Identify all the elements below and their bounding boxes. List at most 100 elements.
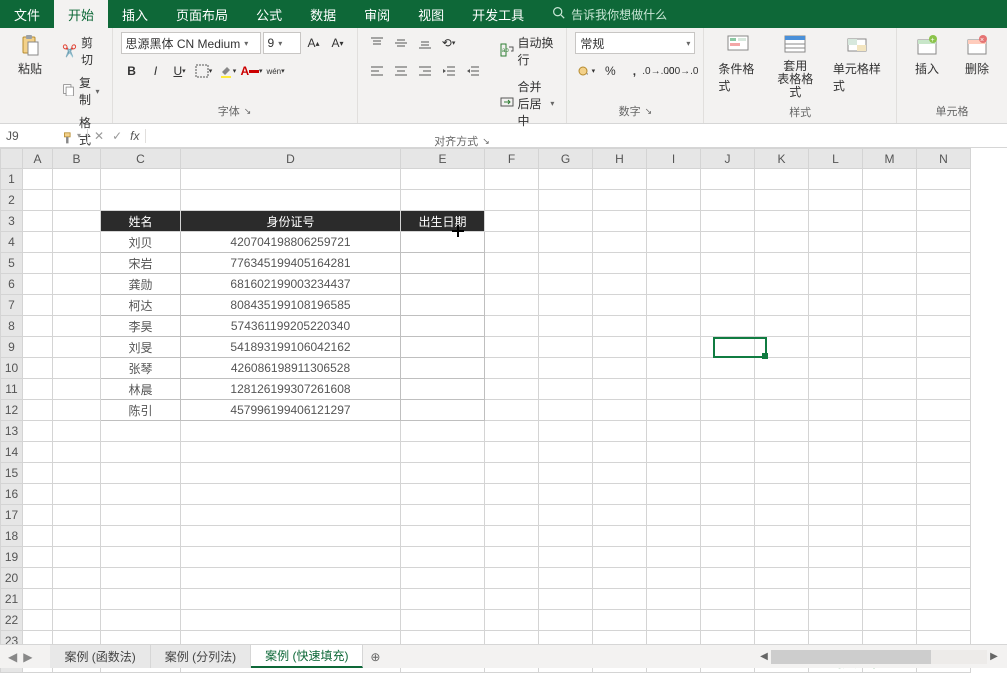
col-header[interactable]: A [23, 149, 53, 169]
cell[interactable] [917, 547, 971, 568]
cell[interactable] [755, 505, 809, 526]
border-button[interactable]: ▾ [193, 60, 215, 82]
wrap-text-button[interactable]: ab 自动换行 [496, 32, 559, 70]
col-header[interactable]: H [593, 149, 647, 169]
col-header[interactable]: M [863, 149, 917, 169]
cell[interactable]: 陈引 [101, 400, 181, 421]
cell[interactable] [539, 253, 593, 274]
menu-home[interactable]: 开始 [54, 0, 108, 28]
cell[interactable] [181, 547, 401, 568]
row-header[interactable]: 12 [1, 400, 23, 421]
cell[interactable] [539, 316, 593, 337]
cell[interactable] [863, 379, 917, 400]
sheet-nav-prev-icon[interactable]: ◀ [8, 650, 17, 664]
align-right-button[interactable] [414, 60, 436, 82]
cell[interactable] [755, 232, 809, 253]
cell[interactable] [917, 316, 971, 337]
cell[interactable] [401, 190, 485, 211]
cell[interactable]: 林晨 [101, 379, 181, 400]
cell[interactable] [181, 610, 401, 631]
cell[interactable] [539, 589, 593, 610]
cell[interactable] [593, 274, 647, 295]
cell[interactable] [917, 379, 971, 400]
cell[interactable]: 龚勋 [101, 274, 181, 295]
merge-center-button[interactable]: 合并后居中 ▾ [496, 76, 559, 131]
cell[interactable] [917, 463, 971, 484]
cell[interactable] [647, 358, 701, 379]
cell[interactable] [755, 610, 809, 631]
sheet-nav-next-icon[interactable]: ▶ [23, 650, 32, 664]
cell[interactable] [755, 589, 809, 610]
cell[interactable] [701, 379, 755, 400]
cell[interactable] [23, 610, 53, 631]
row-header[interactable]: 4 [1, 232, 23, 253]
scroll-left-icon[interactable]: ◀ [757, 651, 771, 662]
spreadsheet-grid[interactable]: A B C D E F G H I J K L M N 123姓名身份证号出生日… [0, 148, 1007, 646]
cell[interactable] [53, 253, 101, 274]
cell[interactable] [863, 253, 917, 274]
cell[interactable] [539, 610, 593, 631]
insert-cells-button[interactable]: + 插入 [905, 32, 949, 79]
align-top-button[interactable] [366, 32, 388, 54]
cell[interactable]: 刘旻 [101, 337, 181, 358]
cell[interactable] [701, 337, 755, 358]
menu-data[interactable]: 数据 [296, 0, 350, 28]
cell[interactable] [101, 589, 181, 610]
cell[interactable] [755, 379, 809, 400]
accept-formula-icon[interactable]: ✓ [112, 129, 122, 143]
cell[interactable] [809, 421, 863, 442]
fx-icon[interactable]: fx [130, 129, 139, 143]
cell[interactable] [539, 484, 593, 505]
cell[interactable] [863, 442, 917, 463]
cell[interactable] [809, 337, 863, 358]
cell[interactable] [593, 232, 647, 253]
cell[interactable] [53, 295, 101, 316]
indent-increase-button[interactable] [462, 60, 484, 82]
cell[interactable] [539, 169, 593, 190]
cell[interactable] [539, 190, 593, 211]
cell[interactable]: 808435199108196585 [181, 295, 401, 316]
cell[interactable] [647, 253, 701, 274]
cell[interactable] [101, 568, 181, 589]
cell[interactable] [401, 379, 485, 400]
col-header[interactable]: J [701, 149, 755, 169]
tell-me-search[interactable]: 告诉我你想做什么 [538, 0, 667, 28]
col-header[interactable]: G [539, 149, 593, 169]
row-header[interactable]: 14 [1, 442, 23, 463]
cell[interactable] [647, 211, 701, 232]
cell[interactable] [401, 526, 485, 547]
cell[interactable] [593, 253, 647, 274]
cell[interactable] [809, 589, 863, 610]
cell[interactable] [917, 211, 971, 232]
cell[interactable] [401, 358, 485, 379]
menu-review[interactable]: 审阅 [350, 0, 404, 28]
sheet-tab[interactable]: 案例 (分列法) [151, 645, 251, 668]
cell[interactable] [181, 421, 401, 442]
cell[interactable] [863, 211, 917, 232]
cell[interactable] [809, 484, 863, 505]
row-header[interactable]: 20 [1, 568, 23, 589]
cell[interactable] [485, 316, 539, 337]
cell[interactable] [863, 232, 917, 253]
cell[interactable] [401, 274, 485, 295]
cell[interactable] [23, 316, 53, 337]
add-sheet-button[interactable]: ⊕ [363, 650, 387, 664]
cell[interactable] [485, 379, 539, 400]
cell[interactable] [647, 169, 701, 190]
cell[interactable] [539, 505, 593, 526]
cell[interactable] [181, 190, 401, 211]
cell[interactable] [485, 610, 539, 631]
cell[interactable] [593, 421, 647, 442]
cell[interactable] [539, 421, 593, 442]
increase-font-button[interactable]: A▴ [303, 32, 325, 54]
cell[interactable] [23, 568, 53, 589]
row-header[interactable]: 3 [1, 211, 23, 232]
cell[interactable] [593, 442, 647, 463]
cell[interactable] [647, 337, 701, 358]
cell[interactable] [539, 400, 593, 421]
underline-button[interactable]: U▾ [169, 60, 191, 82]
cell[interactable] [53, 463, 101, 484]
cell[interactable] [917, 484, 971, 505]
cell[interactable] [485, 421, 539, 442]
cell[interactable] [539, 274, 593, 295]
